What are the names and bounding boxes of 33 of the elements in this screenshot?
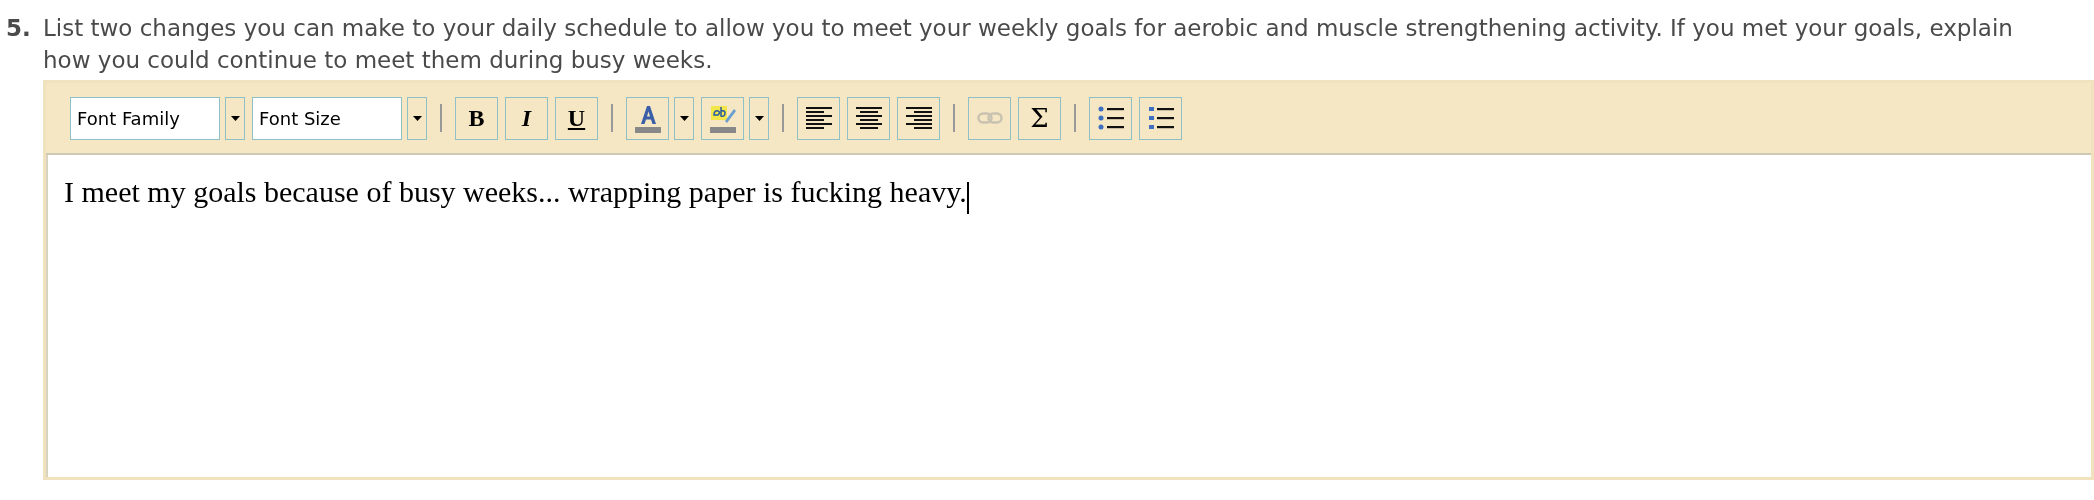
italic-button[interactable]: I [505,96,548,140]
caret-icon [230,115,240,121]
align-center-button[interactable] [847,96,890,140]
dropdown-arrow-button[interactable] [749,96,769,140]
bullet-list-button[interactable] [1089,96,1132,140]
text-color-icon [632,103,663,133]
align-center-icon [855,107,882,129]
dropdown-select[interactable]: Font Size [252,96,402,140]
align-right-icon [905,107,932,129]
text-color-button[interactable] [626,96,669,140]
numbered-list-button[interactable] [1139,96,1182,140]
underline-button[interactable]: U [555,96,598,140]
dropdown-arrow-button[interactable] [407,96,427,140]
dropdown-arrow-button[interactable] [674,96,694,140]
link-icon [976,112,1003,124]
answer-text: I meet my goals because of busy weeks... wrapping paper is fucking heavy. [64,175,967,208]
symbol-button[interactable]: Σ [1018,96,1061,140]
align-left-icon [805,107,832,129]
caret-icon [412,115,422,121]
highlight-button[interactable] [701,96,744,140]
bold-button[interactable]: B [455,96,498,140]
numbered-list-icon [1147,106,1174,130]
question-number: 5. [5,14,32,43]
dropdown-arrow-button[interactable] [225,96,245,140]
align-right-button[interactable] [897,96,940,140]
highlighter-icon [707,103,738,133]
caret-icon [679,115,689,121]
question-text: List two changes you can make to your daily schedule to allow you to meet your weekly goals for aerobic and muscle strengthening activity. If you met your goals, explain how you could continue to meet them during busy weeks. [43,14,2014,75]
align-left-button[interactable] [797,96,840,140]
text-cursor [966,181,969,214]
caret-icon [754,115,764,121]
bullet-list-icon [1097,106,1124,130]
dropdown-select[interactable]: Font Family [70,96,220,140]
